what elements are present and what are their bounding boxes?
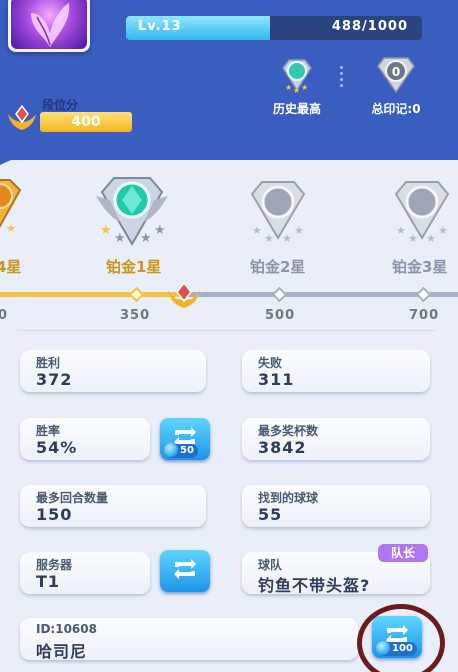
stat-key: 最多回合数量: [36, 491, 109, 505]
stat-card-server: 服务器 T1: [20, 552, 150, 594]
stat-key: 球队: [258, 558, 283, 572]
level-label: Lv.13: [138, 19, 182, 34]
player-id: ID:10608: [36, 622, 97, 636]
tick-700: 700: [409, 308, 440, 323]
stat-value: 150: [36, 505, 73, 524]
tier-name-1: 铂金1星: [106, 258, 162, 276]
stat-key: 最多奖杯数: [258, 424, 319, 438]
gold-tier-medal-icon: ★: [0, 179, 22, 234]
player-nickname: 哈司尼: [36, 642, 88, 661]
captain-badge: 队长: [378, 544, 428, 562]
cost-tag: 50: [164, 443, 198, 458]
svg-text:★: ★: [301, 83, 308, 92]
svg-text:★: ★: [438, 224, 448, 237]
highlight-circle: [357, 604, 445, 672]
stat-value: 55: [258, 505, 283, 524]
stat-key: 胜利: [36, 356, 61, 370]
stat-key: 失败: [258, 356, 283, 370]
tick-350: 350: [120, 308, 151, 323]
svg-text:★: ★: [408, 232, 418, 245]
stat-value: T1: [36, 572, 61, 591]
refresh-winrate-button[interactable]: 50: [160, 418, 210, 460]
cost-value: 50: [180, 445, 194, 456]
history-best[interactable]: ★ ★ ★ 历史最高: [262, 54, 332, 117]
total-seals[interactable]: 0 总印记:0: [356, 54, 436, 117]
svg-text:★: ★: [252, 224, 262, 237]
svg-text:★: ★: [140, 231, 152, 246]
stat-value: 372: [36, 370, 73, 389]
tick-500: 500: [265, 308, 296, 323]
platinum-3-medal-icon[interactable]: ★ ★ ★ ★: [390, 176, 454, 246]
platinum-medal-icon: ★ ★ ★: [282, 59, 312, 95]
svg-text:★: ★: [264, 232, 274, 245]
butterfly-icon: [31, 3, 70, 47]
tier-name-3: 铂金3星: [392, 258, 448, 276]
svg-text:★: ★: [154, 223, 166, 238]
stat-value: 311: [258, 370, 295, 389]
total-seals-label: 总印记:0: [371, 102, 421, 116]
tick-0: 0: [0, 308, 9, 323]
seal-icon: 0: [377, 57, 415, 94]
divider: [18, 330, 436, 331]
svg-text:★: ★: [6, 222, 16, 234]
stat-card-losses: 失败 311: [242, 350, 430, 392]
stat-key: 胜率: [36, 424, 61, 438]
history-best-label: 历史最高: [272, 102, 321, 116]
svg-text:★: ★: [396, 224, 406, 237]
gem-icon: [164, 443, 178, 457]
stat-card-max-rounds: 最多回合数量 150: [20, 485, 206, 527]
stat-card-balls-found: 找到的球球 55: [242, 485, 430, 527]
stat-card-max-trophies: 最多奖杯数 3842: [242, 418, 430, 460]
stat-card-wins: 胜利 372: [20, 350, 206, 392]
platinum-1-medal-icon[interactable]: ★ ★ ★ ★: [96, 170, 168, 252]
stat-value: 54%: [36, 438, 78, 457]
platinum-2-medal-icon[interactable]: ★ ★ ★ ★: [246, 176, 310, 246]
tier-name-0: 4星: [0, 258, 22, 276]
current-position-marker-icon: [168, 281, 200, 308]
stat-value: 3842: [258, 438, 307, 457]
player-id-card: ID:10608 哈司尼: [20, 618, 358, 661]
svg-text:★: ★: [293, 86, 300, 94]
stat-key: 服务器: [36, 558, 73, 572]
svg-text:★: ★: [282, 232, 292, 245]
switch-server-button[interactable]: [160, 550, 210, 592]
player-avatar[interactable]: [8, 0, 90, 52]
svg-text:★: ★: [100, 223, 112, 238]
avatar-image: [11, 0, 87, 49]
svg-text:★: ★: [294, 224, 304, 237]
seal-count: 0: [392, 65, 400, 79]
laurel-gem-icon: [8, 104, 36, 130]
tier-name-2: 铂金2星: [250, 258, 306, 276]
tier-track-progress: [0, 292, 184, 297]
xp-text: 488/1000: [331, 19, 408, 34]
swap-icon: [174, 559, 196, 579]
stat-key: 找到的球球: [258, 491, 319, 505]
svg-text:★: ★: [114, 231, 126, 246]
level-progress-bar: Lv.13 488/1000: [126, 16, 422, 40]
divider-dots: [340, 66, 344, 88]
svg-text:★: ★: [285, 83, 292, 92]
team-name: 钓鱼不带头盔?: [258, 576, 371, 595]
points-label: 段位分: [42, 98, 79, 112]
svg-text:★: ★: [426, 232, 436, 245]
points-value: 400: [40, 112, 132, 132]
stat-card-winrate: 胜率 54%: [20, 418, 150, 460]
